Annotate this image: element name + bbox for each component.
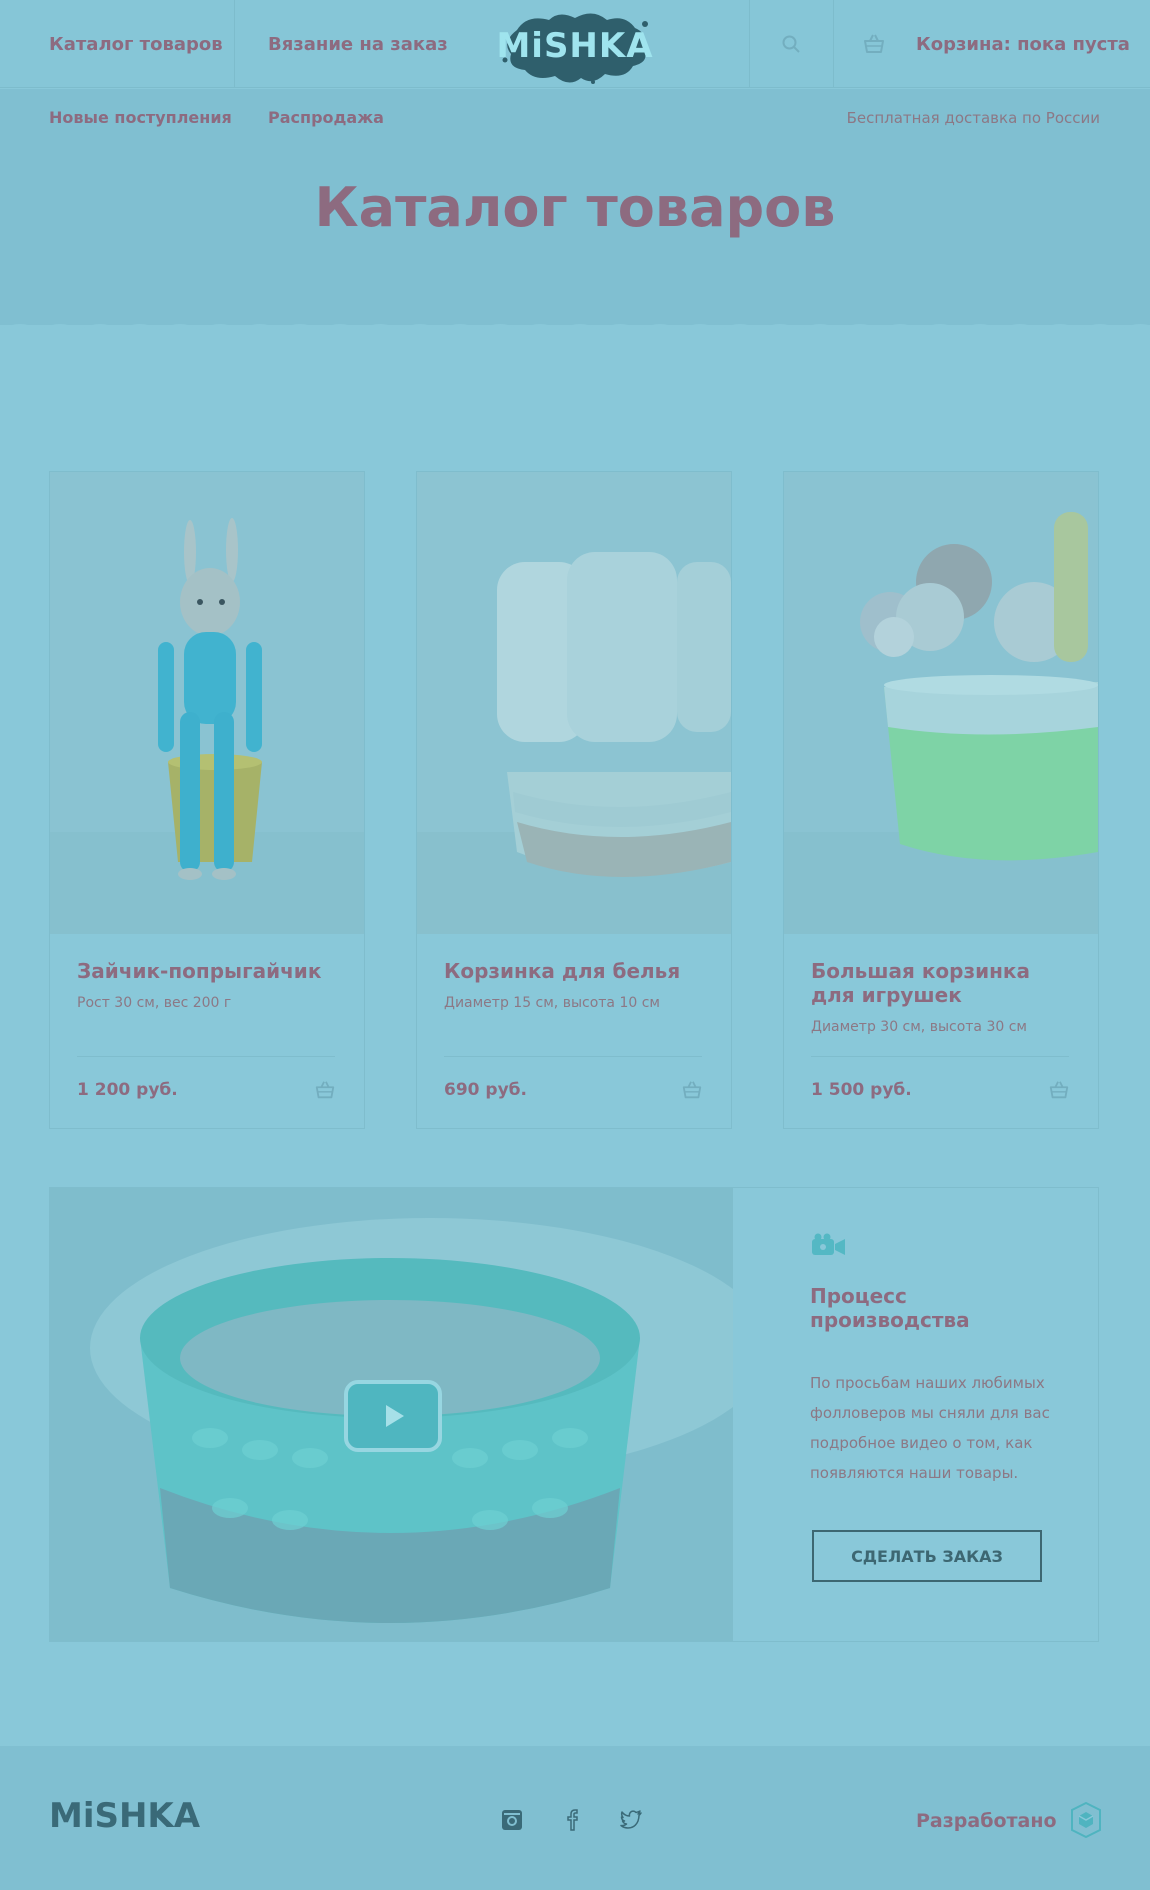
nav-sale-link[interactable]: Распродажа <box>268 108 384 127</box>
product-image-bunny[interactable] <box>50 472 364 934</box>
product-card[interactable]: Зайчик-попрыгайчик Рост 30 см, вес 200 г… <box>49 471 365 1129</box>
product-price: 690 руб. <box>444 1080 527 1100</box>
product-image-toy-basket[interactable] <box>784 472 1098 934</box>
wave-divider <box>0 324 1150 346</box>
add-to-cart-basket-icon[interactable] <box>314 1079 336 1101</box>
product-name[interactable]: Большая корзинка для игрушек <box>811 959 1071 1007</box>
facebook-icon[interactable] <box>561 1808 585 1832</box>
delivery-note: Бесплатная доставка по России <box>846 109 1100 127</box>
card-divider <box>811 1056 1069 1057</box>
nav-knitting-link[interactable]: Вязание на заказ <box>268 0 448 88</box>
developer-logo-icon[interactable] <box>1071 1802 1101 1838</box>
twitter-icon[interactable] <box>619 1808 643 1832</box>
nav-catalog-link[interactable]: Каталог товаров <box>49 0 223 88</box>
header-divider <box>234 0 235 88</box>
product-description: Диаметр 30 см, высота 30 см <box>811 1019 1027 1035</box>
product-description: Диаметр 15 см, высота 10 см <box>444 995 660 1011</box>
logo-text: MiSHKA <box>496 26 654 66</box>
play-video-button[interactable] <box>344 1380 442 1452</box>
basket-icon[interactable] <box>862 32 886 56</box>
header-divider <box>833 0 834 88</box>
video-preview-image[interactable] <box>50 1188 733 1641</box>
add-to-cart-basket-icon[interactable] <box>1048 1079 1070 1101</box>
site-logo[interactable]: MiSHKA <box>496 8 654 84</box>
make-order-button[interactable]: СДЕЛАТЬ ЗАКАЗ <box>812 1530 1042 1582</box>
product-name[interactable]: Зайчик-попрыгайчик <box>77 959 337 983</box>
product-card[interactable]: Корзинка для белья Диаметр 15 см, высота… <box>416 471 732 1129</box>
video-section-text: По просьбам наших любимых фолловеров мы … <box>810 1374 1050 1482</box>
instagram-icon[interactable] <box>500 1808 524 1832</box>
nav-new-arrivals-link[interactable]: Новые поступления <box>49 108 232 127</box>
search-button[interactable] <box>749 0 833 88</box>
video-section-title: Процесс производства <box>810 1284 970 1332</box>
site-footer: MiSHKA Разработано <box>0 1746 1150 1890</box>
play-icon <box>386 1405 404 1427</box>
footer-logo[interactable]: MiSHKA <box>49 1796 200 1836</box>
card-divider <box>77 1056 335 1057</box>
product-card[interactable]: Большая корзинка для игрушек Диаметр 30 … <box>783 471 1099 1129</box>
product-price: 1 200 руб. <box>77 1080 178 1100</box>
search-icon <box>782 35 800 53</box>
product-name[interactable]: Корзинка для белья <box>444 959 704 983</box>
add-to-cart-basket-icon[interactable] <box>681 1079 703 1101</box>
product-description: Рост 30 см, вес 200 г <box>77 995 232 1011</box>
card-divider <box>444 1056 702 1057</box>
video-camera-icon <box>812 1233 845 1255</box>
developed-by-label: Разработано <box>916 1810 1057 1832</box>
production-video-section: Процесс производства По просьбам наших л… <box>49 1187 1099 1642</box>
site-header: Каталог товаров Вязание на заказ MiSHKA … <box>0 0 1150 88</box>
cart-status[interactable]: Корзина: пока пуста <box>916 0 1130 88</box>
product-price: 1 500 руб. <box>811 1080 912 1100</box>
product-image-laundry-basket[interactable] <box>417 472 731 934</box>
page-title: Каталог товаров <box>314 176 836 239</box>
